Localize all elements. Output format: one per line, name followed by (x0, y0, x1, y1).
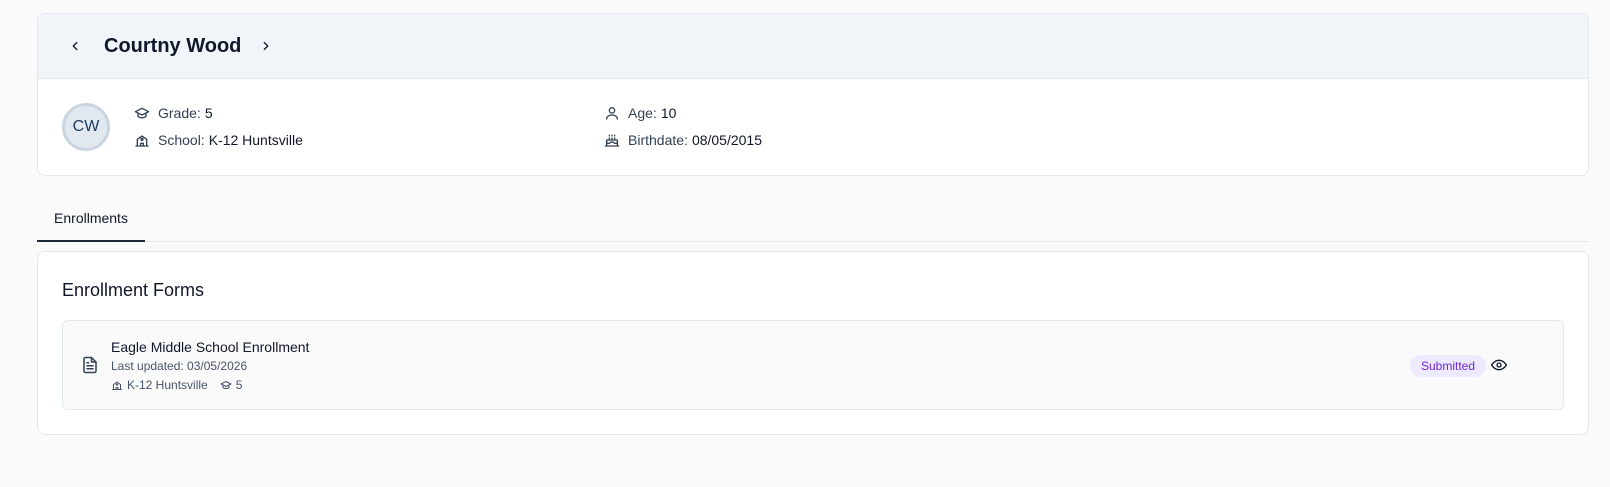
previous-student-button[interactable] (64, 35, 86, 57)
student-name: Courtny Wood (104, 34, 242, 57)
status-badge: Submitted (1410, 355, 1487, 377)
chevron-left-icon (72, 41, 78, 51)
age-info: Age: 10 (604, 105, 676, 121)
school-building-icon (135, 135, 149, 147)
birthdate-value: 08/05/2015 (691, 132, 763, 148)
form-school: K-12 Huntsville (127, 378, 208, 392)
form-grade: 5 (235, 378, 243, 392)
school-building-icon (112, 381, 122, 390)
school-label: School: (158, 132, 205, 148)
school-value: K-12 Huntsville (208, 132, 303, 148)
grade-info: Grade: 5 (134, 105, 213, 121)
enrollment-forms-card: Enrollment Forms Eagle Middle School Enr… (37, 251, 1589, 435)
birthdate-label: Birthdate: (628, 132, 688, 148)
view-form-button[interactable] (1491, 357, 1507, 378)
school-info: School: K-12 Huntsville (134, 132, 303, 148)
section-title: Enrollment Forms (62, 280, 205, 300)
cake-icon (604, 134, 620, 147)
form-name: Eagle Middle School Enrollment (111, 339, 310, 355)
graduation-cap-icon (134, 107, 150, 119)
birthdate-info: Birthdate: 08/05/2015 (604, 132, 762, 148)
chevron-right-icon (263, 41, 269, 51)
user-icon (606, 107, 618, 120)
eye-icon (1491, 359, 1507, 371)
grade-value: 5 (204, 105, 213, 121)
list-item[interactable]: Eagle Middle School Enrollment Last upda… (62, 320, 1564, 410)
file-text-icon (83, 356, 97, 374)
graduation-cap-icon (220, 381, 232, 390)
form-meta: K-12 Huntsville 5 (111, 378, 242, 392)
grade-label: Grade: (158, 105, 201, 121)
student-header: Courtny Wood (38, 14, 1588, 79)
age-label: Age: (628, 105, 657, 121)
student-card: Courtny Wood CW Grade: 5 School: K-12 Hu… (37, 13, 1589, 176)
next-student-button[interactable] (255, 35, 277, 57)
age-value: 10 (660, 105, 677, 121)
form-last-updated: Last updated: 03/05/2026 (111, 359, 248, 373)
student-details: CW Grade: 5 School: K-12 Huntsville Age:… (38, 79, 1588, 175)
tab-enrollments[interactable]: Enrollments (37, 196, 145, 242)
tab-bar: Enrollments (37, 196, 1589, 242)
avatar: CW (62, 103, 110, 151)
